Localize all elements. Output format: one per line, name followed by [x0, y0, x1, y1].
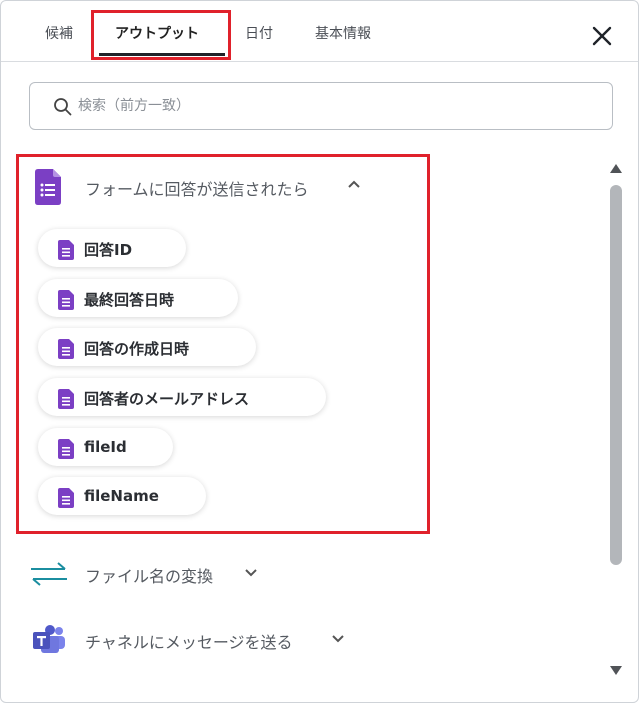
tab-basic-info[interactable]: 基本情報 [315, 23, 371, 45]
google-forms-icon [58, 290, 74, 310]
microsoft-teams-icon [33, 625, 65, 653]
search-box[interactable] [29, 82, 613, 130]
output-item-response-id[interactable]: 回答ID [38, 229, 186, 267]
scrollbar-thumb[interactable] [610, 185, 622, 565]
close-icon [592, 26, 612, 46]
scroll-down-arrow-icon[interactable] [609, 664, 623, 676]
chip-label: 回答ID [84, 241, 133, 259]
chevron-up-icon [348, 180, 360, 188]
tab-highlight-box [91, 10, 231, 60]
search-input[interactable] [78, 95, 578, 117]
google-forms-icon [58, 339, 74, 359]
google-forms-icon [58, 240, 74, 260]
tab-date[interactable]: 日付 [245, 23, 273, 45]
output-item-response-created-time[interactable]: 回答の作成日時 [38, 328, 256, 366]
output-item-file-name[interactable]: fileName [38, 477, 206, 515]
output-panel: 候補 アウトプット 日付 基本情報 フォームに回答が送信 [0, 0, 639, 703]
google-forms-icon [58, 389, 74, 409]
tab-bar: 候補 アウトプット 日付 基本情報 [1, 1, 638, 65]
scroll-up-arrow-icon[interactable] [609, 163, 623, 175]
chip-label: fileId [84, 438, 127, 456]
arrows-exchange-icon [31, 562, 67, 586]
section-title: チャネルにメッセージを送る [85, 633, 293, 652]
tab-candidates[interactable]: 候補 [45, 23, 73, 45]
section-title: ファイル名の変換 [85, 567, 214, 586]
chip-label: fileName [84, 487, 159, 505]
google-forms-icon [35, 169, 61, 205]
chevron-down-icon [245, 569, 257, 577]
section-file-name-conversion[interactable]: ファイル名の変換 [29, 556, 289, 592]
chip-label: 回答の作成日時 [84, 340, 190, 358]
search-icon [54, 98, 72, 116]
chevron-down-icon [332, 635, 344, 643]
section-send-channel-message[interactable]: チャネルにメッセージを送る [29, 622, 349, 658]
google-forms-icon [58, 439, 74, 459]
output-item-last-response-time[interactable]: 最終回答日時 [38, 279, 238, 317]
chip-label: 回答者のメールアドレス [84, 390, 250, 408]
chip-label: 最終回答日時 [84, 291, 175, 309]
close-button[interactable] [587, 21, 617, 51]
google-forms-icon [58, 488, 74, 508]
output-item-respondent-email[interactable]: 回答者のメールアドレス [38, 378, 326, 416]
output-item-file-id[interactable]: fileId [38, 428, 173, 466]
tab-divider [1, 61, 638, 62]
section-title: フォームに回答が送信されたら [85, 180, 309, 199]
